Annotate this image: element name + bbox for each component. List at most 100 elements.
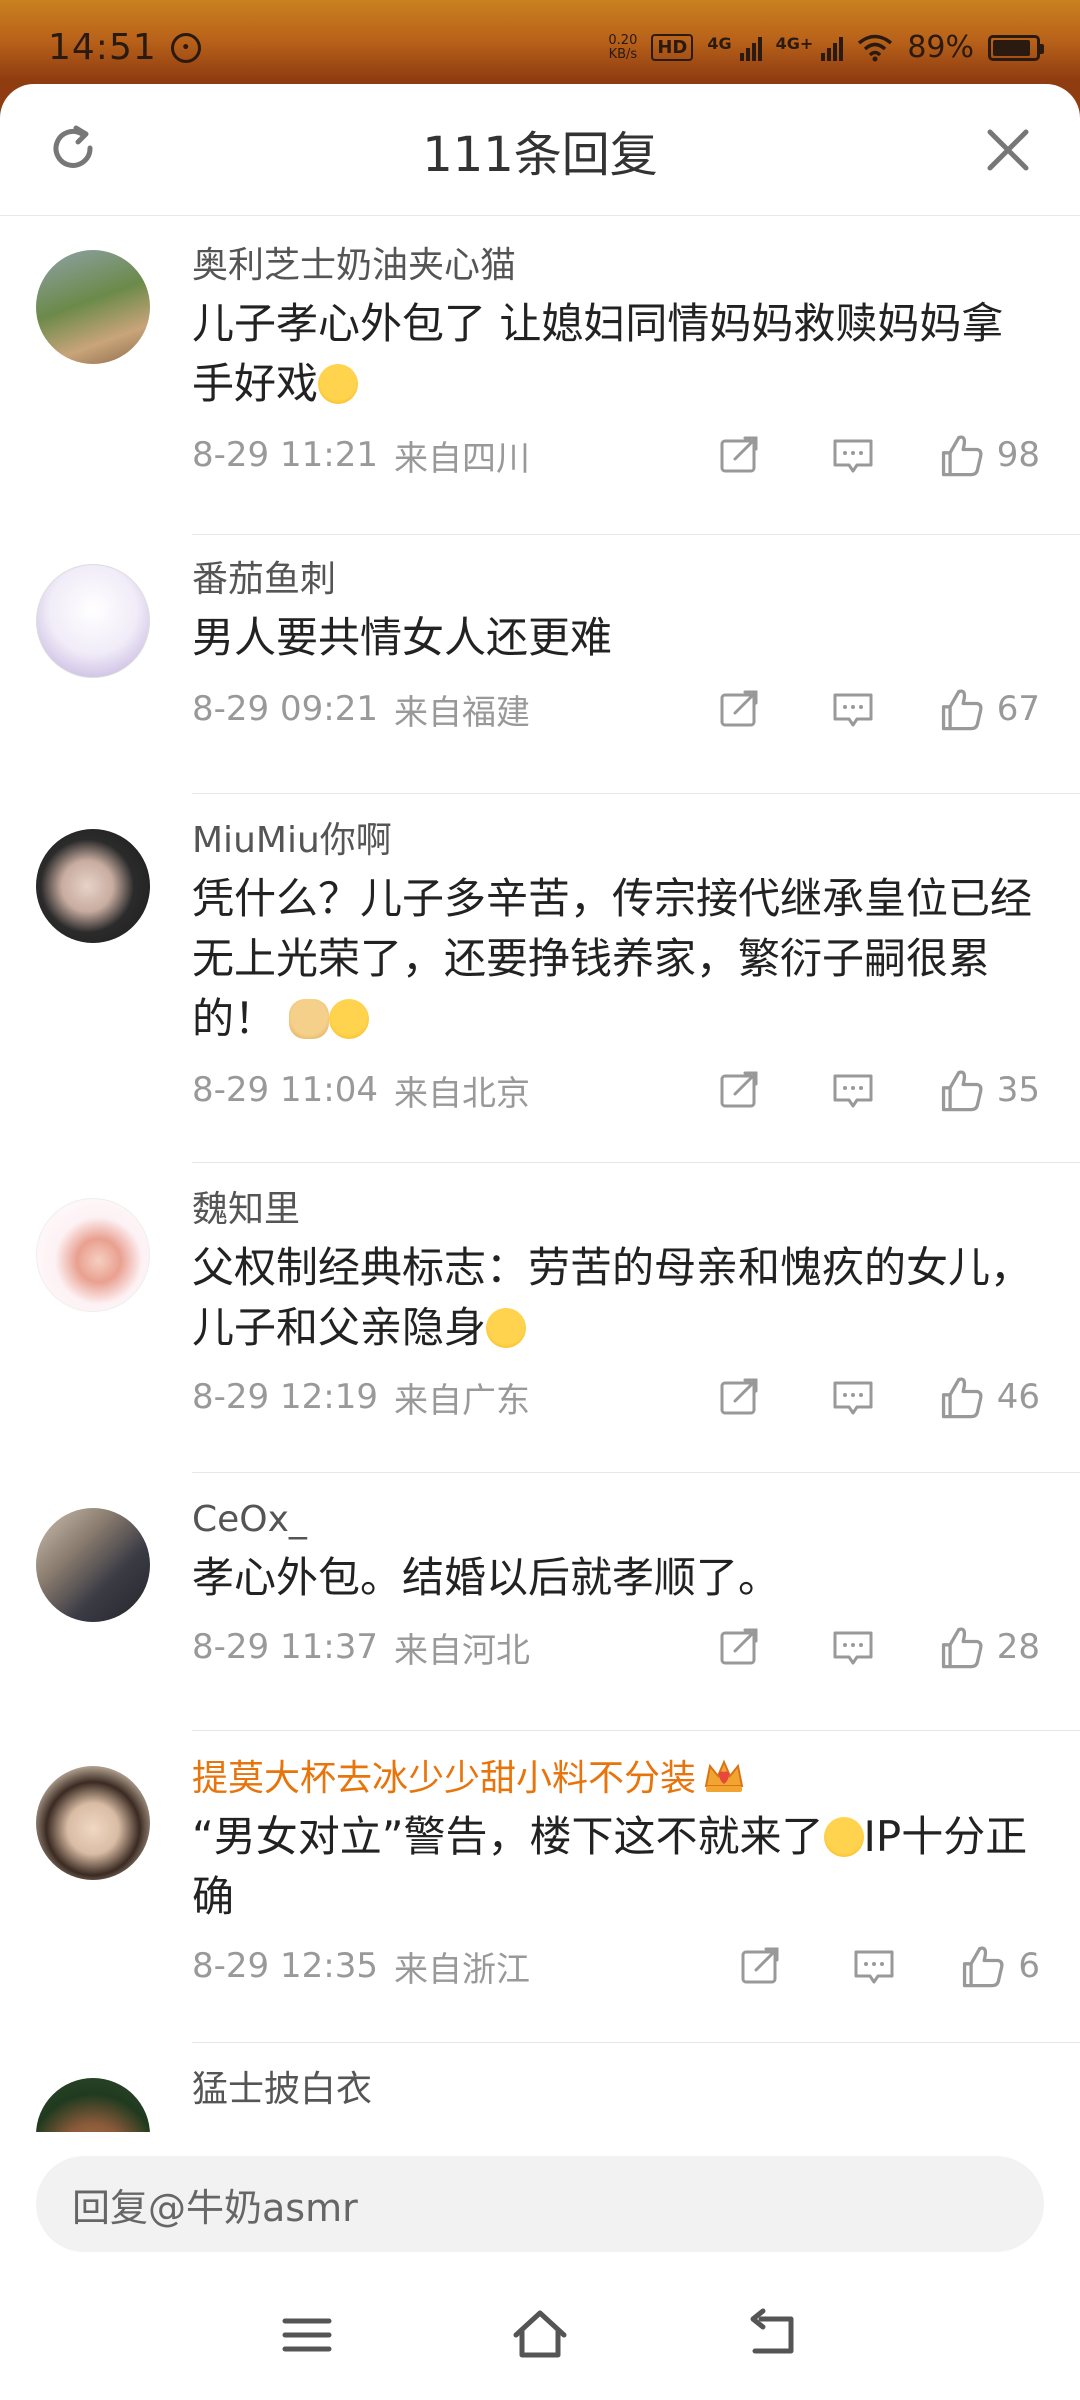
avatar[interactable]	[36, 564, 150, 678]
like-button[interactable]: 6	[958, 1942, 1040, 1990]
battery-percent: 89%	[907, 30, 974, 65]
comment-username[interactable]: CeOx_	[192, 1498, 1040, 1542]
comment-actions: 98	[713, 429, 1040, 481]
like-button[interactable]: 46	[937, 1373, 1040, 1421]
system-nav-bar	[0, 2270, 1080, 2400]
comment-meta: 8-29 11:21 来自四川 98	[192, 428, 1040, 482]
status-indicators: 0.20 KB/s HD 4G 4G+ 89%	[608, 30, 1044, 65]
avatar[interactable]	[36, 250, 150, 364]
comment-actions: 46	[713, 1371, 1040, 1423]
thumbs-up-icon	[941, 1627, 983, 1669]
comment-item: MiuMiu你啊 凭什么？儿子多辛苦，传宗接代继承皇位已经无上光荣了，还要挣钱养…	[0, 793, 1080, 1162]
like-button[interactable]: 67	[937, 685, 1040, 733]
comment-actions: 35	[713, 1064, 1040, 1116]
comment-location: 来自河北	[393, 1630, 530, 1671]
reply-input[interactable]: 回复@牛奶asmr	[36, 2156, 1044, 2252]
comment-text: “男女对立”警告，楼下这不就来了 IP十分正确	[192, 1812, 1028, 1921]
comment-username[interactable]: 提莫大杯去冰少少甜小料不分装	[192, 1756, 1040, 1801]
thumbs-up-icon	[963, 1946, 1004, 1988]
comment-location: 来自浙江	[393, 1949, 530, 1990]
comment-item: 奥利芝士奶油夹心猫 儿子孝心外包了 让媳妇同情妈妈救赎妈妈拿手好戏 8-29 1…	[0, 216, 1080, 534]
share-icon[interactable]	[713, 1621, 765, 1673]
status-bar: 14:51 • 0.20 KB/s HD 4G 4G+ 89%	[0, 0, 1080, 95]
comment-text: 凭什么？儿子多辛苦，传宗接代继承皇位已经无上光荣了，还要挣钱养家，繁衍子嗣很累的…	[192, 874, 1033, 1043]
divider	[192, 1472, 1080, 1473]
doge-emoji-icon	[289, 999, 330, 1039]
like-button[interactable]: 28	[937, 1623, 1040, 1671]
like-button[interactable]: 98	[937, 431, 1040, 479]
avatar[interactable]	[36, 1766, 150, 1880]
divider	[192, 1730, 1080, 1731]
share-icon[interactable]	[713, 1064, 765, 1116]
comment-username[interactable]: 猛士披白衣	[192, 2068, 1040, 2112]
like-count: 28	[996, 1627, 1040, 1667]
divider	[192, 793, 1080, 794]
comment-username[interactable]: 魏知里	[192, 1188, 1040, 1232]
network-speed: 0.20 KB/s	[608, 33, 637, 62]
share-icon[interactable]	[713, 1371, 765, 1423]
comment-icon[interactable]	[848, 1940, 900, 1992]
like-count: 35	[996, 1070, 1040, 1110]
share-icon[interactable]	[713, 429, 765, 481]
menu-icon[interactable]	[277, 2305, 337, 2365]
comment-time: 8-29 11:04	[192, 1070, 378, 1110]
comment-meta: 8-29 11:04 来自北京 35	[192, 1063, 1040, 1117]
battery-icon	[988, 34, 1044, 61]
comment-username[interactable]: 番茄鱼刺	[192, 558, 1040, 602]
battery-level	[993, 39, 1031, 56]
like-count: 46	[996, 1377, 1040, 1417]
like-count: 6	[1018, 1946, 1040, 1986]
replies-sheet: 111条回复 奥利芝士奶油夹心猫 儿子孝心外包了 让媳妇同情妈妈救赎妈妈拿手好戏…	[0, 84, 1080, 2400]
comment-actions: 28	[713, 1621, 1040, 1673]
like-count: 98	[996, 435, 1040, 475]
comment-meta: 8-29 11:37 来自河北 28	[192, 1620, 1040, 1674]
comment-time: 8-29 12:35	[192, 1946, 378, 1986]
666-emoji-icon	[823, 1817, 864, 1857]
share-icon[interactable]	[713, 683, 765, 735]
back-icon[interactable]	[743, 2305, 803, 2365]
refresh-icon[interactable]	[46, 122, 102, 178]
share-icon[interactable]	[734, 1940, 786, 1992]
comment-icon[interactable]	[827, 1371, 879, 1423]
thumbs-up-icon	[941, 1377, 983, 1419]
like-count: 67	[996, 689, 1040, 729]
signal-icon	[739, 35, 762, 61]
comment-meta: 8-29 12:35 来自浙江 6	[192, 1939, 1040, 1993]
comment-time: 8-29 11:21	[192, 435, 378, 475]
home-icon[interactable]	[510, 2305, 570, 2365]
comment-username[interactable]: MiuMiu你啊	[192, 819, 1040, 863]
comment-location: 来自北京	[393, 1073, 530, 1114]
thumbs-up-icon	[941, 689, 983, 731]
comment-text: 父权制经典标志：劳苦的母亲和愧疚的女儿，儿子和父亲隐身	[192, 1243, 1033, 1352]
comment-icon[interactable]	[827, 429, 879, 481]
comment-username[interactable]: 奥利芝士奶油夹心猫	[192, 244, 1040, 288]
divider	[192, 534, 1080, 535]
divider	[192, 2042, 1080, 2043]
comment-item: 提莫大杯去冰少少甜小料不分装 “男女对立”警告，楼下这不就来了 IP十分正确 8-…	[0, 1730, 1080, 2042]
page-title: 111条回复	[422, 126, 658, 183]
avatar[interactable]	[36, 829, 150, 943]
avatar[interactable]	[36, 1198, 150, 1312]
comment-item: 番茄鱼刺 男人要共情女人还更难 8-29 09:21 来自福建 67	[0, 534, 1080, 793]
crown-icon	[704, 1759, 744, 1792]
comment-icon[interactable]	[827, 683, 879, 735]
comment-location: 来自广东	[393, 1380, 530, 1421]
reply-placeholder: 回复@牛奶asmr	[72, 2185, 358, 2230]
comment-time: 8-29 09:21	[192, 689, 378, 729]
comment-location: 来自福建	[393, 692, 530, 733]
message-notification-icon: •	[170, 32, 201, 63]
divider	[192, 1162, 1080, 1163]
comment-icon[interactable]	[827, 1621, 879, 1673]
like-button[interactable]: 35	[937, 1066, 1040, 1114]
avatar[interactable]	[36, 1508, 150, 1622]
comment-list[interactable]: 奥利芝士奶油夹心猫 儿子孝心外包了 让媳妇同情妈妈救赎妈妈拿手好戏 8-29 1…	[0, 216, 1080, 2176]
comment-time: 8-29 11:37	[192, 1627, 378, 1667]
sheet-header: 111条回复	[0, 84, 1080, 216]
comment-icon[interactable]	[827, 1064, 879, 1116]
network-type-2: 4G+	[775, 34, 814, 53]
hug-emoji-icon	[486, 1308, 527, 1348]
tongue-emoji-icon	[318, 364, 359, 404]
close-icon[interactable]	[982, 124, 1034, 176]
signal-icon-2	[821, 35, 844, 61]
comment-time: 8-29 12:19	[192, 1377, 378, 1417]
